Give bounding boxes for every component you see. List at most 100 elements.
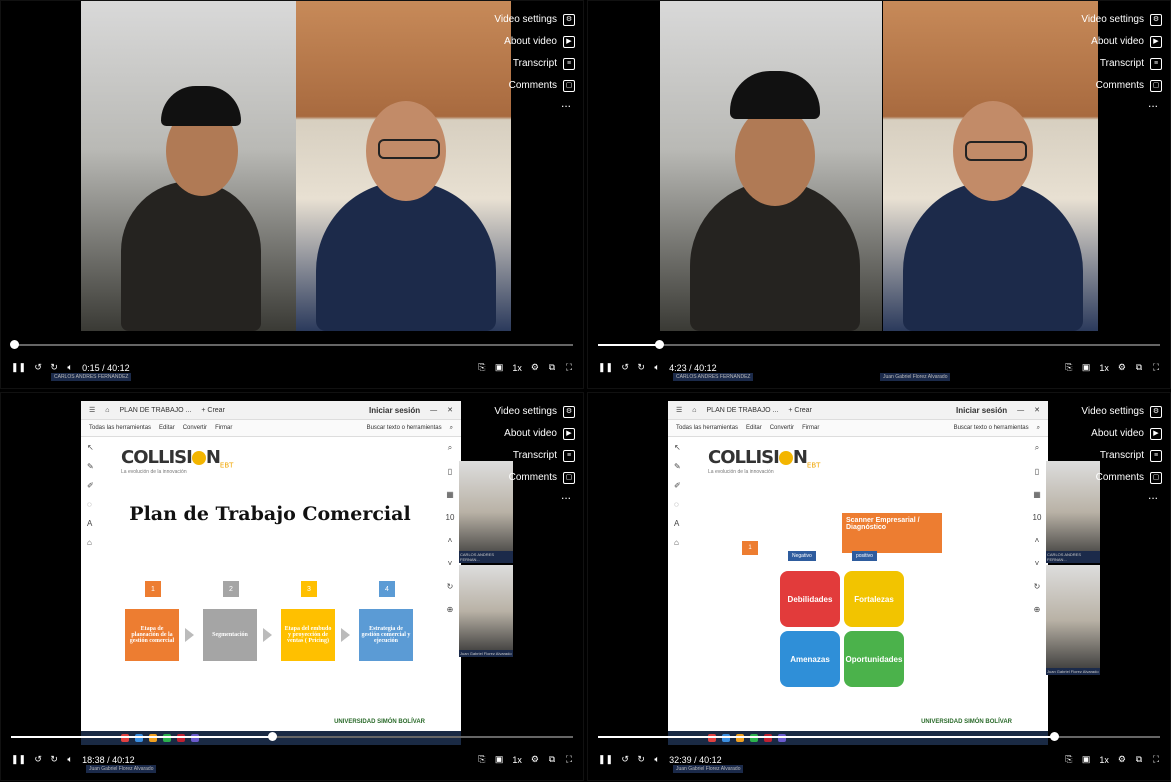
sign-in-button[interactable]: Iniciar sesión [956, 406, 1007, 415]
menu-icon[interactable]: ☰ [89, 406, 95, 414]
progress-knob[interactable] [655, 340, 665, 349]
fullscreen-icon[interactable]: ⛶ [1152, 362, 1160, 373]
pen-icon[interactable]: ✐ [87, 481, 101, 490]
pip-icon[interactable]: ⧉ [548, 362, 556, 373]
grid-icon[interactable]: ▦ [446, 490, 454, 499]
forward-icon[interactable]: ↻ [50, 754, 58, 765]
page-view-icon[interactable]: ▯ [1035, 467, 1039, 476]
close-icon[interactable]: ✕ [1034, 406, 1040, 414]
text-tool-icon[interactable]: A [674, 519, 688, 528]
home-icon[interactable]: ⌂ [105, 407, 109, 414]
pen-icon[interactable]: ✐ [674, 481, 688, 490]
zoom-in-icon[interactable]: ⊕ [447, 605, 454, 614]
video-settings-item[interactable]: Video settings ⚙ [494, 9, 575, 31]
fullscreen-icon[interactable]: ⛶ [1152, 754, 1160, 765]
forward-icon[interactable]: ↻ [637, 362, 645, 373]
rewind-icon[interactable]: ↺ [34, 754, 42, 765]
pause-icon[interactable]: ❚❚ [11, 362, 26, 373]
share-icon[interactable]: ⎘ [1065, 362, 1073, 373]
more-menu[interactable]: ... [1081, 97, 1162, 109]
gear-icon[interactable]: ⚙ [1118, 362, 1126, 373]
video-settings-item[interactable]: Video settings ⚙ [494, 401, 575, 423]
video-settings-item[interactable]: Video settings ⚙ [1081, 401, 1162, 423]
progress-knob[interactable] [1050, 732, 1060, 741]
menu-convert[interactable]: Convertir [183, 425, 207, 431]
video-player-1[interactable]: Video settings ⚙ About video ▶ Transcript ≡… [0, 0, 584, 389]
progress-knob[interactable] [267, 732, 277, 741]
page-up-icon[interactable]: ˄ [448, 536, 453, 545]
menu-all-tools[interactable]: Todas las herramientas [676, 425, 738, 431]
pip-icon[interactable]: ⧉ [548, 754, 556, 765]
zoom-in-icon[interactable]: ⊕ [1034, 605, 1041, 614]
page-down-icon[interactable]: ˅ [1035, 559, 1040, 568]
pip-icon[interactable]: ⧉ [1135, 754, 1143, 765]
captions-icon[interactable]: ▣ [1082, 362, 1091, 373]
more-menu[interactable]: ... [1081, 489, 1162, 501]
progress-track[interactable] [11, 732, 573, 741]
transcript-item[interactable]: Transcript ≡ [494, 445, 575, 467]
progress-knob[interactable] [10, 340, 20, 349]
refresh-icon[interactable]: ↻ [447, 582, 454, 591]
video-player-3[interactable]: ☰ ⌂ PLAN DE TRABAJO ... + Crear Iniciar … [0, 392, 584, 781]
stamp-icon[interactable]: ⌂ [87, 538, 101, 547]
fullscreen-icon[interactable]: ⛶ [565, 362, 573, 373]
speed-button[interactable]: 1x [512, 755, 522, 765]
page-up-icon[interactable]: ˄ [1035, 536, 1040, 545]
pip-icon[interactable]: ⧉ [1135, 362, 1143, 373]
speed-button[interactable]: 1x [1099, 363, 1109, 373]
search-tools[interactable]: Buscar texto o herramientas [367, 425, 442, 431]
gear-icon[interactable]: ⚙ [531, 754, 539, 765]
comments-item[interactable]: Comments ▢ [494, 467, 575, 489]
document-tab[interactable]: PLAN DE TRABAJO ... [707, 407, 779, 414]
lasso-icon[interactable]: ◌ [87, 500, 101, 509]
gear-icon[interactable]: ⚙ [1118, 754, 1126, 765]
pause-icon[interactable]: ❚❚ [11, 754, 26, 765]
video-player-2[interactable]: Video settings ⚙ About video ▶ Transcript ≡… [587, 0, 1171, 389]
transcript-item[interactable]: Transcript ≡ [1081, 53, 1162, 75]
forward-icon[interactable]: ↻ [637, 754, 645, 765]
pause-icon[interactable]: ❚❚ [598, 362, 613, 373]
menu-sign[interactable]: Firmar [215, 425, 232, 431]
new-tab-button[interactable]: + Crear [201, 407, 225, 414]
comment-tool-icon[interactable]: ✎ [674, 462, 688, 471]
comments-item[interactable]: Comments ▢ [1081, 467, 1162, 489]
share-icon[interactable]: ⎘ [1065, 754, 1073, 765]
document-tab[interactable]: PLAN DE TRABAJO ... [120, 407, 192, 414]
progress-track[interactable] [10, 340, 573, 349]
forward-icon[interactable]: ↻ [50, 362, 58, 373]
menu-all-tools[interactable]: Todas las herramientas [89, 425, 151, 431]
captions-icon[interactable]: ▣ [1082, 754, 1091, 765]
new-tab-button[interactable]: + Crear [788, 407, 812, 414]
speed-button[interactable]: 1x [1099, 755, 1109, 765]
progress-track[interactable] [598, 340, 1160, 349]
menu-convert[interactable]: Convertir [770, 425, 794, 431]
page-down-icon[interactable]: ˅ [448, 559, 453, 568]
lasso-icon[interactable]: ◌ [674, 500, 688, 509]
search-tools[interactable]: Buscar texto o herramientas [954, 425, 1029, 431]
cursor-icon[interactable]: ↖ [674, 443, 688, 452]
zoom-search-icon[interactable]: ⌕ [448, 443, 452, 453]
grid-icon[interactable]: ▦ [1033, 490, 1041, 499]
zoom-search-icon[interactable]: ⌕ [1035, 443, 1039, 453]
about-video-item[interactable]: About video ▶ [1081, 423, 1162, 445]
menu-sign[interactable]: Firmar [802, 425, 819, 431]
minimize-icon[interactable]: — [430, 407, 437, 414]
pause-icon[interactable]: ❚❚ [598, 754, 613, 765]
about-video-item[interactable]: About video ▶ [494, 423, 575, 445]
captions-icon[interactable]: ▣ [495, 754, 504, 765]
comments-item[interactable]: Comments ▢ [1081, 75, 1162, 97]
refresh-icon[interactable]: ↻ [1034, 582, 1041, 591]
rewind-icon[interactable]: ↺ [621, 754, 629, 765]
gear-icon[interactable]: ⚙ [531, 362, 539, 373]
speed-button[interactable]: 1x [512, 363, 522, 373]
volume-icon[interactable]: 🔈︎ [66, 754, 74, 765]
menu-edit[interactable]: Editar [746, 425, 762, 431]
menu-icon[interactable]: ☰ [676, 406, 682, 414]
sign-in-button[interactable]: Iniciar sesión [369, 406, 420, 415]
rewind-icon[interactable]: ↺ [621, 362, 629, 373]
page-view-icon[interactable]: ▯ [448, 467, 452, 476]
captions-icon[interactable]: ▣ [495, 362, 504, 373]
video-settings-item[interactable]: Video settings ⚙ [1081, 9, 1162, 31]
home-icon[interactable]: ⌂ [692, 407, 696, 414]
minimize-icon[interactable]: — [1017, 407, 1024, 414]
